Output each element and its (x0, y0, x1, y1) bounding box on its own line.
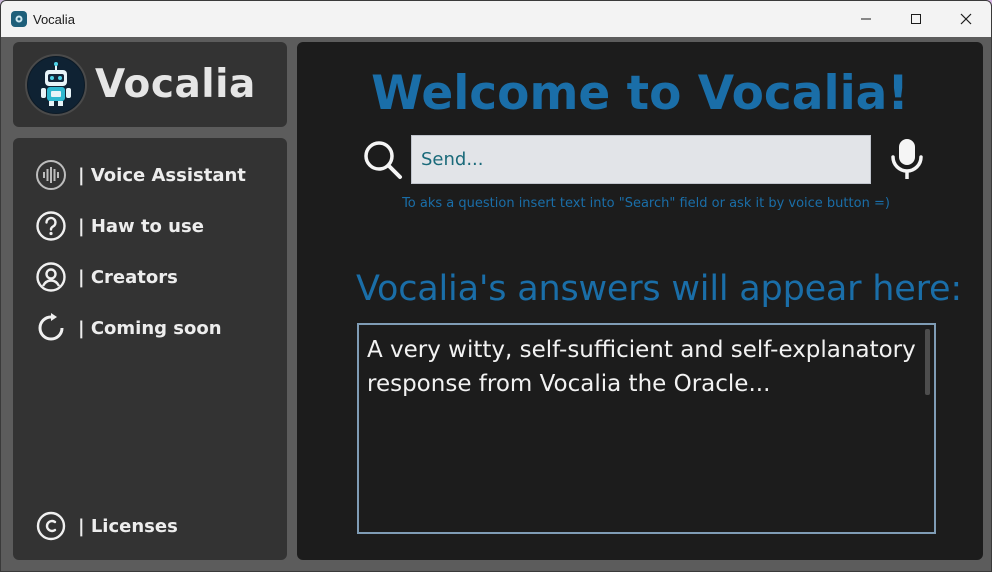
sidebar-item-how-to-use[interactable]: | Haw to use (35, 208, 204, 244)
answer-text: A very witty, self-sufficient and self-e… (367, 337, 916, 397)
sidebar-item-label: | Voice Assistant (78, 164, 246, 186)
search-icon[interactable] (361, 138, 405, 182)
microphone-icon[interactable] (885, 136, 929, 184)
sidebar-item-label: | Creators (78, 266, 178, 288)
window-title: Vocalia (33, 11, 75, 27)
refresh-icon (35, 312, 67, 344)
hint-text: To aks a question insert text into "Sear… (402, 196, 890, 211)
sidebar-item-label: | Licenses (78, 515, 178, 537)
sidebar-item-voice-assistant[interactable]: | Voice Assistant (35, 157, 246, 193)
app-icon (11, 11, 27, 27)
user-icon (35, 261, 67, 293)
answer-scrollbar[interactable] (925, 329, 930, 395)
sidebar-item-label: | Haw to use (78, 215, 204, 237)
minimize-button[interactable] (841, 1, 891, 37)
maximize-button[interactable] (891, 1, 941, 37)
waveform-icon (35, 159, 67, 191)
title-bar: Vocalia (1, 1, 991, 37)
copyright-icon (35, 510, 67, 542)
close-button[interactable] (941, 1, 991, 37)
sidebar-item-licenses[interactable]: | Licenses (35, 508, 178, 544)
sidebar-logo-panel: Vocalia (13, 42, 287, 127)
help-icon (35, 210, 67, 242)
sidebar-item-label: | Coming soon (78, 317, 222, 339)
app-window: Vocalia Vocalia | Voice Assistant | Haw … (0, 0, 992, 572)
page-title: Welcome to Vocalia! (371, 66, 909, 121)
sidebar-nav: | Voice Assistant | Haw to use | Creator… (13, 138, 287, 560)
answer-textbox[interactable]: A very witty, self-sufficient and self-e… (357, 323, 936, 534)
answers-heading: Vocalia's answers will appear here: (356, 269, 962, 309)
search-input[interactable] (411, 135, 871, 184)
main-panel: Welcome to Vocalia! To aks a question in… (297, 42, 983, 560)
logo-text: Vocalia (95, 62, 256, 107)
robot-logo-icon (25, 53, 87, 116)
sidebar-item-creators[interactable]: | Creators (35, 259, 178, 295)
sidebar-item-coming-soon[interactable]: | Coming soon (35, 310, 222, 346)
